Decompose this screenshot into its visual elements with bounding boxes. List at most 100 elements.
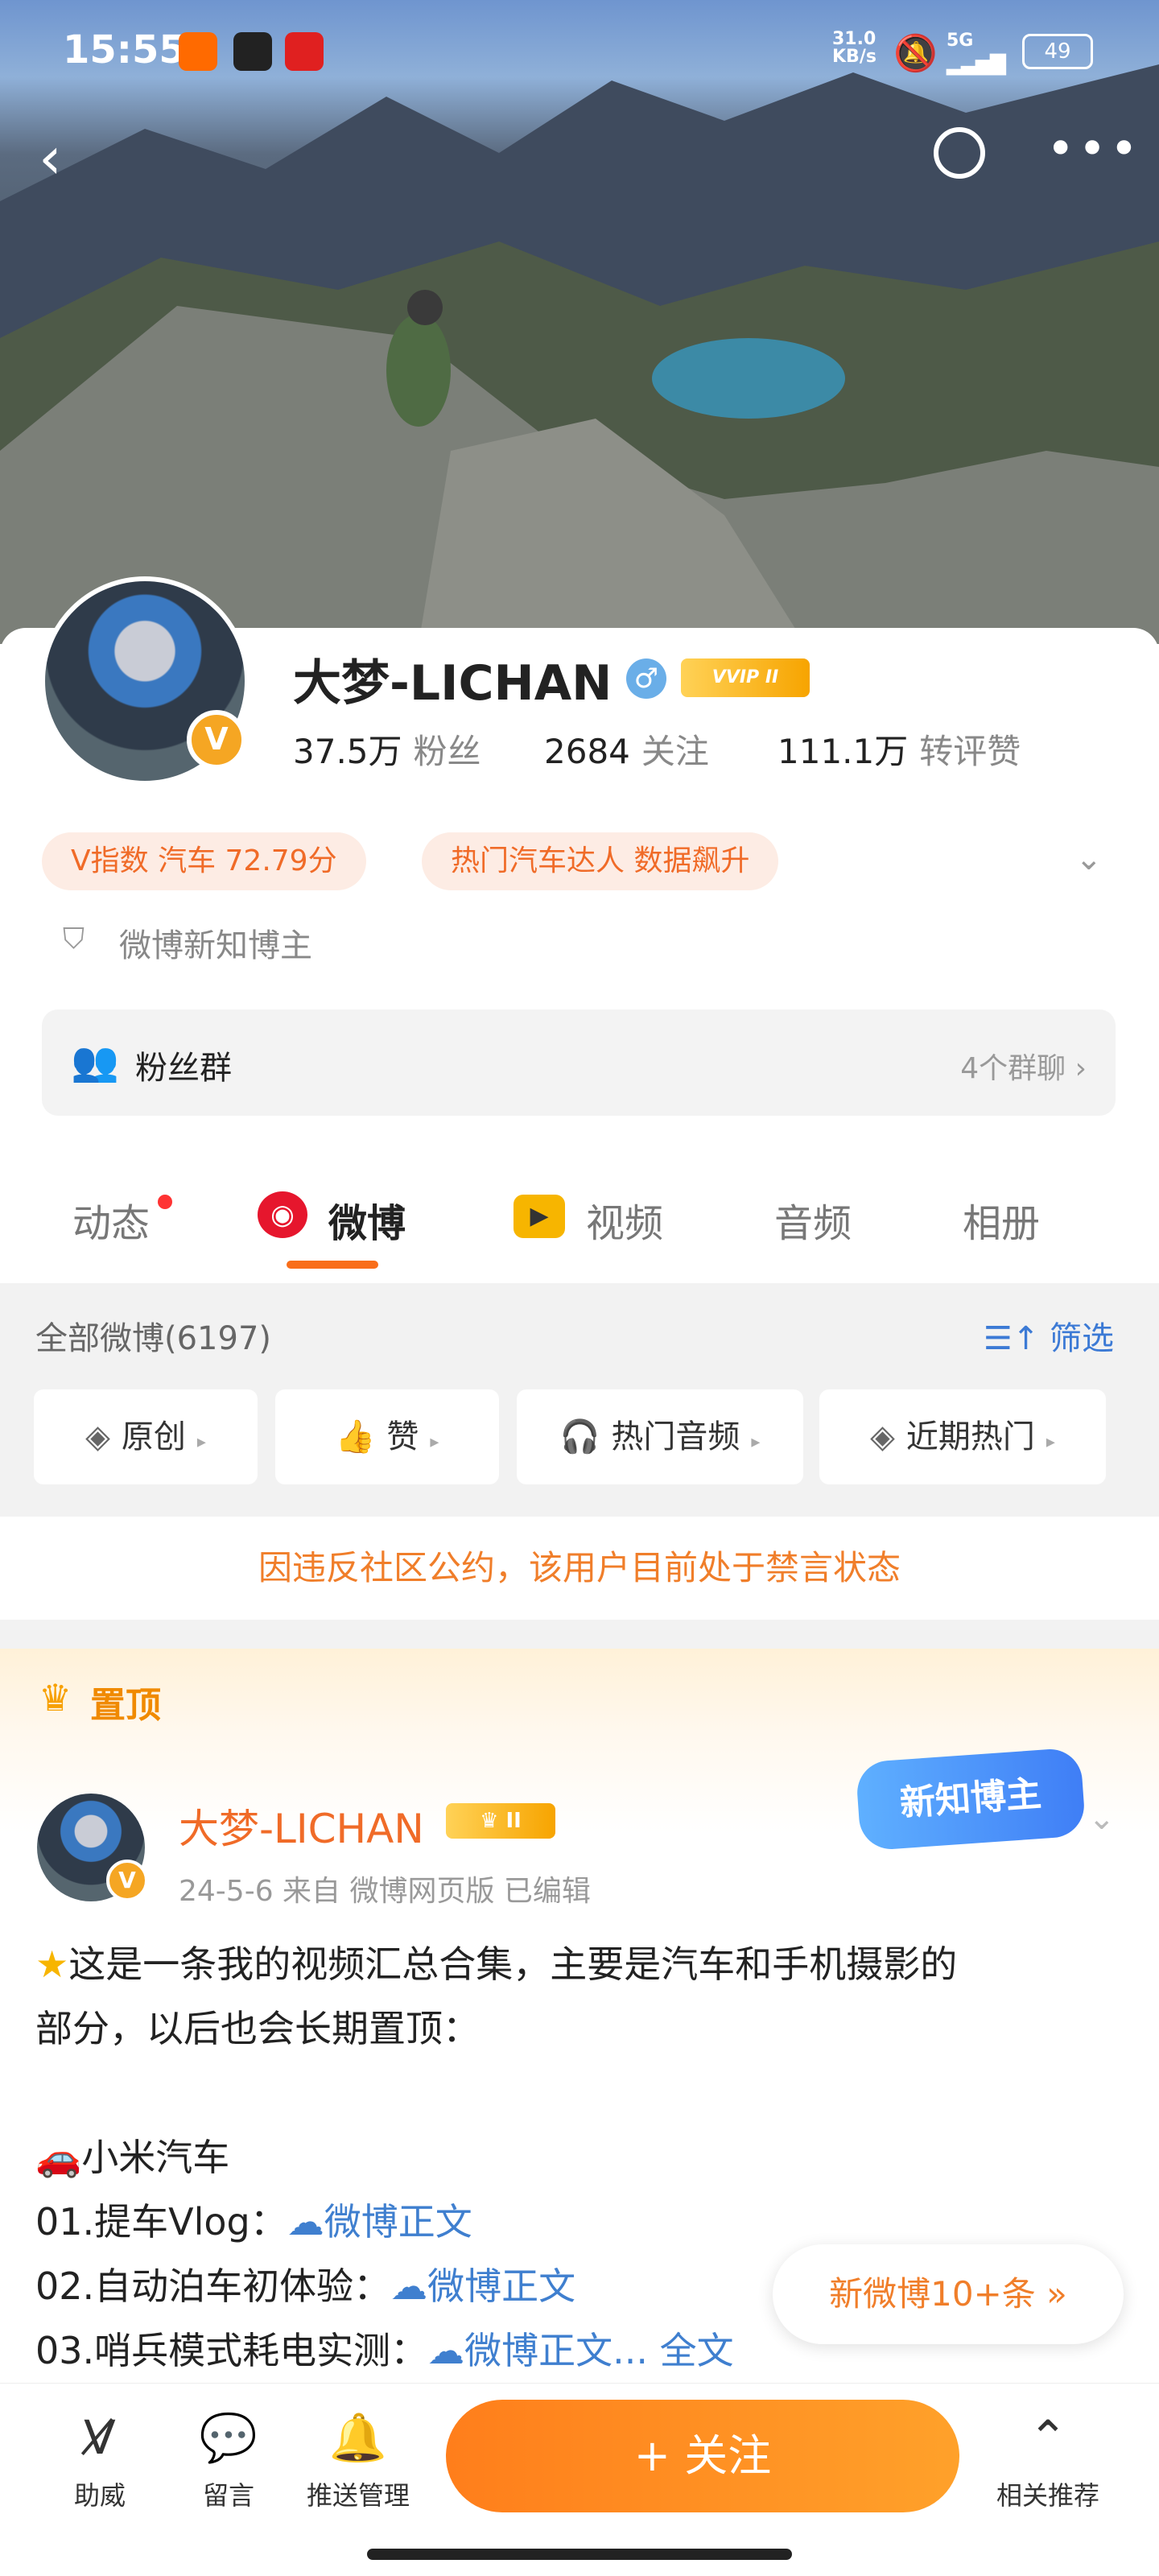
reposts-stat[interactable]: 111.1万 转评赞 xyxy=(777,724,1021,774)
fan-group-row[interactable]: 👥 粉丝群 4个群聊 › xyxy=(42,1009,1116,1116)
post-text-1: 这是一条我的视频汇总合集，主要是汽车和手机摄影的 xyxy=(68,1942,958,1986)
more-icon[interactable]: ••• xyxy=(1046,121,1141,177)
caret-icon: ▸ xyxy=(430,1432,439,1452)
chip-hot-audio[interactable]: 🎧 热门音频 ▸ xyxy=(517,1389,803,1484)
chip-original[interactable]: ◈ 原创 ▸ xyxy=(34,1389,258,1484)
help-button[interactable]: V̸ 助威 xyxy=(43,2408,156,2512)
item3-text: 03.哨兵模式耗电实测： xyxy=(35,2329,428,2372)
weibo-logo-icon: ◉ xyxy=(258,1191,307,1238)
tab-audio[interactable]: 音频 xyxy=(774,1191,852,1248)
message-label: 留言 xyxy=(202,2480,254,2511)
chip-recent-hot[interactable]: ◈ 近期热门 ▸ xyxy=(819,1389,1106,1484)
chip-recent-hot-label: 近期热门 xyxy=(905,1418,1035,1455)
push-label: 推送管理 xyxy=(306,2480,410,2511)
tab-album[interactable]: 相册 xyxy=(963,1191,1040,1248)
new-knowledge-badge: 新知博主 xyxy=(855,1747,1087,1852)
bottom-bar: V̸ 助威 💬 留言 🔔 推送管理 + 关注 ⌃ 相关推荐 xyxy=(0,2383,1159,2576)
search-icon[interactable] xyxy=(934,127,985,179)
item2-text: 02.自动泊车初体验： xyxy=(35,2264,391,2308)
bell-icon: 🔔 xyxy=(328,2410,388,2465)
divider xyxy=(0,1620,1159,1649)
fans-label: 粉丝 xyxy=(413,732,481,771)
new-posts-label: 新微博10+条 xyxy=(829,2274,1036,2314)
app-notification-icon-2 xyxy=(233,32,272,71)
push-settings-button[interactable]: 🔔 推送管理 xyxy=(298,2408,419,2512)
chip-likes[interactable]: 👍 赞 ▸ xyxy=(275,1389,499,1484)
app-notification-icon xyxy=(179,32,217,71)
link-label: 微博正文 xyxy=(324,2200,472,2244)
hot-creator-tag[interactable]: 热门汽车达人 数据飙升 xyxy=(422,832,779,890)
battery-indicator: 49 xyxy=(1022,34,1093,69)
tab-video[interactable]: 视频 xyxy=(586,1191,663,1248)
post-author[interactable]: 大梦-LICHAN xyxy=(179,1797,424,1855)
follow-button[interactable]: + 关注 xyxy=(446,2400,959,2512)
all-weibo-count: 全部微博(6197) xyxy=(35,1320,272,1357)
status-time: 15:55 xyxy=(63,27,186,72)
ban-notice: 因违反社区公约，该用户目前处于禁言状态 xyxy=(0,1517,1159,1620)
item1-text: 01.提车Vlog： xyxy=(35,2200,287,2244)
pinned-label: 置顶 xyxy=(90,1685,161,1726)
link-weibo-text[interactable]: ☁微博正文... xyxy=(427,2329,648,2372)
chip-likes-label: 赞 xyxy=(386,1418,419,1455)
vip-badge-icon: ♛ II xyxy=(446,1803,555,1839)
star-icon: ★ xyxy=(35,1942,69,1986)
post-meta: 24-5-6 来自 微博网页版 已编辑 xyxy=(179,1875,591,1908)
back-icon[interactable]: ‹ xyxy=(39,129,62,187)
status-bar: 15:55 31.0 KB/s 🔕 5G ▂▃▅▇ 49 xyxy=(0,27,1159,79)
home-indicator xyxy=(367,2549,792,2560)
following-label: 关注 xyxy=(641,732,709,771)
v-index-tag[interactable]: V指数 汽车 72.79分 xyxy=(42,832,366,890)
fans-stat[interactable]: 37.5万 粉丝 xyxy=(293,724,481,774)
link-weibo-text[interactable]: ☁微博正文 xyxy=(390,2264,575,2308)
cover-image xyxy=(0,0,1159,644)
post-line: 部分，以后也会长期置顶： xyxy=(35,2007,480,2050)
fans-count: 37.5万 xyxy=(293,732,402,771)
signal-icon: ▂▃▅▇ xyxy=(947,52,1006,76)
message-button[interactable]: 💬 留言 xyxy=(172,2408,285,2512)
cheer-icon: V̸ xyxy=(84,2410,116,2465)
verified-badge-icon: V xyxy=(106,1860,148,1901)
chevron-down-icon[interactable]: ⌄ xyxy=(1088,1800,1116,1837)
post-line: 🚗小米汽车 xyxy=(35,2125,1130,2190)
filter-label: 筛选 xyxy=(1050,1320,1114,1357)
fan-group-count-text: 4个群聊 xyxy=(960,1052,1066,1085)
tesla-icon xyxy=(285,32,324,71)
profile-tabs: 动态 ◉ 微博 ▶ 视频 音频 相册 xyxy=(0,1159,1159,1280)
filter-icon: ☰↑ xyxy=(983,1320,1050,1357)
fan-group-count: 4个群聊 › xyxy=(960,1052,1087,1085)
related-button[interactable]: ⌃ 相关推荐 xyxy=(984,2408,1112,2512)
post-line: ★这是一条我的视频汇总合集，主要是汽车和手机摄影的 xyxy=(35,1932,1130,1996)
chat-icon: 💬 xyxy=(199,2410,258,2465)
thumbs-up-icon: 👍 xyxy=(335,1418,376,1455)
tab-dynamic[interactable]: 动态 xyxy=(72,1191,150,1248)
fan-group-label: 粉丝群 xyxy=(135,1050,232,1087)
filter-button[interactable]: ☰↑ 筛选 xyxy=(984,1312,1114,1359)
double-chevron-down-icon: » xyxy=(1046,2274,1067,2314)
active-tab-indicator xyxy=(287,1261,378,1269)
vvip-badge[interactable]: VVIP II xyxy=(681,658,810,697)
shield-icon: ⛉ xyxy=(63,923,85,956)
chip-original-label: 原创 xyxy=(121,1418,186,1455)
signal-type: 5G xyxy=(947,31,974,51)
full-text-link[interactable]: 全文 xyxy=(660,2329,734,2372)
filter-section: 全部微博(6197) ☰↑ 筛选 ◈ 原创 ▸ 👍 赞 ▸ 🎧 热门音频 ▸ ◈ 近期热门 ▸ xyxy=(0,1283,1159,1517)
caret-icon: ▸ xyxy=(751,1432,761,1452)
group-icon: 👥 xyxy=(71,1039,119,1084)
link-weibo-text[interactable]: ☁微博正文 xyxy=(287,2200,472,2244)
new-posts-button[interactable]: 新微博10+条 » xyxy=(773,2244,1124,2344)
mute-icon: 🔕 xyxy=(893,33,938,74)
following-count: 2684 xyxy=(544,732,630,771)
crown-icon: ♛ xyxy=(39,1676,72,1719)
link-label: 微博正文 xyxy=(427,2264,576,2308)
car-icon: 🚗 xyxy=(35,2136,82,2179)
headphones-icon: 🎧 xyxy=(559,1418,600,1455)
tab-weibo[interactable]: 微博 xyxy=(328,1191,406,1248)
certification-label: 微博新知博主 xyxy=(119,927,312,964)
reposts-label: 转评赞 xyxy=(919,732,1021,771)
link-label: 微博正文... xyxy=(464,2329,649,2372)
following-stat[interactable]: 2684 关注 xyxy=(544,724,709,774)
chevron-down-icon[interactable]: ⌄ xyxy=(1075,840,1103,877)
caret-icon: ▸ xyxy=(196,1432,206,1452)
help-label: 助威 xyxy=(73,2480,126,2511)
